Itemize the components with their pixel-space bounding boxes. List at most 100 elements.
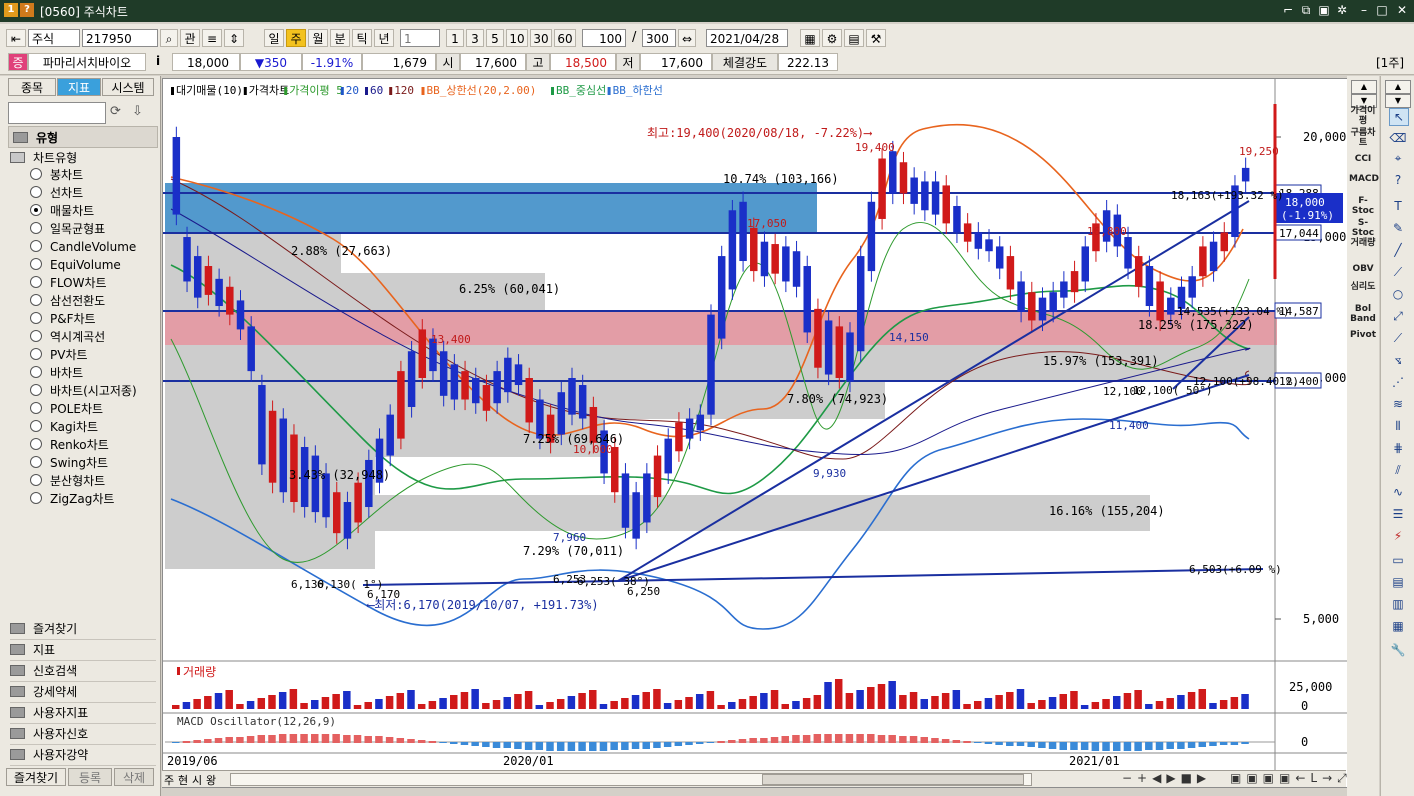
chart-type-item[interactable]: Renko차트 — [30, 436, 109, 454]
indicator-button[interactable]: 거래량 — [1349, 238, 1377, 248]
radio-icon[interactable] — [30, 348, 42, 360]
channel-tool-icon[interactable]: ⋕ — [1389, 440, 1407, 456]
level-tool-icon[interactable]: ☰ — [1389, 506, 1407, 522]
tab-system[interactable]: 시스템 — [102, 78, 154, 96]
chart-type-group[interactable]: 차트유형 — [10, 149, 77, 166]
download-icon[interactable]: ⇩ — [132, 104, 143, 119]
fan-tool-icon[interactable]: ⋰ — [1389, 374, 1407, 390]
wave-tool-icon[interactable]: ∿ — [1389, 484, 1407, 500]
close-icon[interactable]: ✕ — [1394, 3, 1410, 18]
parallel-tool-icon[interactable]: ⫽ — [1389, 462, 1407, 478]
radio-icon[interactable] — [30, 438, 42, 450]
chart-type-item[interactable]: 분산형차트 — [30, 472, 105, 490]
chart-type-item[interactable]: 일목균형표 — [30, 220, 105, 238]
period-year[interactable]: 년 — [374, 29, 394, 47]
gwan-button[interactable]: 관 — [180, 29, 200, 47]
radio-icon[interactable] — [30, 474, 42, 486]
period-day[interactable]: 일 — [264, 29, 284, 47]
chart-type-item[interactable]: 역시계곡선 — [30, 328, 105, 346]
radio-icon[interactable] — [30, 240, 42, 252]
radio-icon[interactable] — [30, 312, 42, 324]
tab-indicator[interactable]: 지표 — [57, 78, 101, 96]
category-item[interactable]: 지표 — [10, 640, 156, 661]
quick-5[interactable]: 5 — [486, 29, 504, 47]
updown-icon[interactable]: ⇕ — [224, 29, 244, 47]
indicator-button[interactable]: 심리도 — [1349, 282, 1377, 292]
fibo-tool-icon[interactable]: ≋ — [1389, 396, 1407, 412]
quick-3[interactable]: 3 — [466, 29, 484, 47]
interval-select[interactable]: 1 — [400, 29, 440, 47]
maximize-icon[interactable]: □ — [1374, 3, 1390, 18]
radio-icon[interactable] — [30, 384, 42, 396]
radio-icon[interactable] — [30, 330, 42, 342]
chart-type-item[interactable]: 봉차트 — [30, 166, 83, 184]
info-icon[interactable]: i — [156, 54, 160, 68]
chart-type-item[interactable]: 매물차트 — [30, 202, 94, 220]
indicator-button[interactable]: Pivot — [1349, 330, 1377, 340]
eraser-tool-icon[interactable]: ⌫ — [1389, 130, 1407, 146]
count-input[interactable]: 100 — [582, 29, 626, 47]
code-input[interactable]: 217950 — [82, 29, 158, 47]
grid-tool-icon[interactable]: ▦ — [1389, 618, 1407, 634]
hline-tool-icon[interactable]: ⟋ — [1389, 264, 1407, 280]
category-item[interactable]: 강세약세 — [10, 682, 156, 703]
minimize-icon[interactable]: – — [1356, 3, 1372, 18]
circle-tool-icon[interactable]: ○ — [1389, 286, 1407, 302]
trend-tool-icon[interactable]: ⟋ — [1389, 330, 1407, 346]
scroll-tool-icons[interactable]: ▣▣▣▣←L→⤢ — [1230, 771, 1352, 786]
category-item[interactable]: 신호검색 — [10, 661, 156, 682]
bar-tool-icon[interactable]: ▥ — [1389, 596, 1407, 612]
radio-icon[interactable] — [30, 456, 42, 468]
chart-type-item[interactable]: Swing차트 — [30, 454, 108, 472]
indicator-button[interactable]: Bol Band — [1349, 304, 1377, 324]
gann-tool-icon[interactable]: ⦪ — [1389, 352, 1407, 368]
gear-icon[interactable]: ✲ — [1334, 3, 1350, 18]
stock-name[interactable]: 파마리서치바이오 — [28, 53, 146, 71]
market-select[interactable]: 주식 — [28, 29, 80, 47]
section-header[interactable]: 유형 — [8, 126, 158, 148]
scroll-thumb[interactable] — [762, 774, 1024, 785]
tools-icon[interactable]: ⚒ — [866, 29, 886, 47]
link-icon[interactable]: ⧉ — [1298, 3, 1314, 18]
quick-60[interactable]: 60 — [554, 29, 576, 47]
chart-type-item[interactable]: 바차트 — [30, 364, 83, 382]
radio-icon[interactable] — [30, 402, 42, 414]
up-arrow-icon[interactable]: ▲ — [1351, 80, 1377, 94]
cursor-tool-icon[interactable]: ↖ — [1389, 108, 1409, 126]
chart-icon[interactable]: ▦ — [800, 29, 820, 47]
chart-type-item[interactable]: 삼선전환도 — [30, 292, 105, 310]
pen-tool-icon[interactable]: ✎ — [1389, 220, 1407, 236]
pin-icon[interactable]: ⌐ — [1280, 3, 1296, 18]
app-icon[interactable]: 1 — [4, 3, 18, 17]
radio-icon[interactable] — [30, 366, 42, 378]
indicator-button[interactable]: S-Stoc — [1349, 218, 1377, 238]
radio-icon[interactable] — [30, 204, 42, 216]
window-tool-icon[interactable]: ▭ — [1389, 552, 1407, 568]
chart-type-item[interactable]: 선차트 — [30, 184, 83, 202]
category-item[interactable]: 사용자신호 — [10, 724, 156, 745]
indicator-button[interactable]: CCI — [1349, 154, 1377, 164]
radio-icon[interactable] — [30, 222, 42, 234]
scroll-label-wang[interactable]: 왕 — [206, 772, 216, 788]
category-item[interactable]: 즐겨찾기 — [10, 619, 156, 640]
prev-icon[interactable]: ⇤ — [6, 29, 26, 47]
bottom-tab-favorite[interactable]: 즐겨찾기 — [6, 768, 66, 786]
chart-type-item[interactable]: EquiVolume — [30, 256, 121, 274]
indicator-button[interactable]: F-Stoc — [1349, 196, 1377, 216]
scroll-nav-icons[interactable]: −+◀▶■▶ — [1122, 771, 1211, 785]
period-tick[interactable]: 틱 — [352, 29, 372, 47]
period-minute[interactable]: 분 — [330, 29, 350, 47]
cycle-tool-icon[interactable]: ⫴ — [1389, 418, 1407, 434]
radio-icon[interactable] — [30, 492, 42, 504]
camera-icon[interactable]: ▣ — [1316, 3, 1332, 18]
tools-up-icon[interactable]: ▲ — [1385, 80, 1411, 94]
period-month[interactable]: 월 — [308, 29, 328, 47]
tools-down-icon[interactable]: ▼ — [1385, 94, 1411, 108]
scroll-label-time[interactable]: 시 — [192, 772, 202, 788]
bottom-tab-register[interactable]: 등록 — [68, 768, 112, 786]
settings-icon[interactable]: ⚙ — [822, 29, 842, 47]
indicator-button[interactable]: OBV — [1349, 264, 1377, 274]
quick-10[interactable]: 10 — [506, 29, 528, 47]
scroll-label-week[interactable]: 주 — [164, 772, 174, 788]
tab-stock[interactable]: 종목 — [8, 78, 56, 96]
